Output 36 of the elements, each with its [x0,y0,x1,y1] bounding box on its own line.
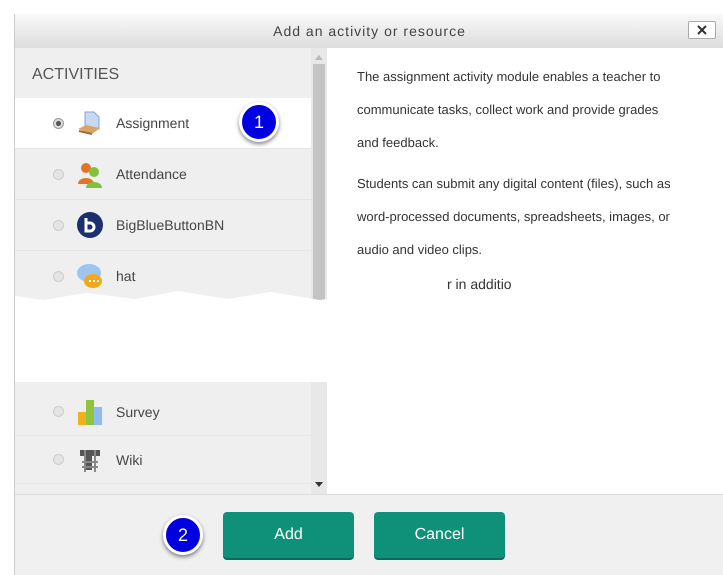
activity-item[interactable]: Attendance [15,149,311,200]
section-heading: ACTIVITIES [31,65,120,85]
activity-item[interactable]: Wiki [15,436,311,484]
activity-item[interactable]: Assignment 1 [15,98,311,149]
radio-button[interactable] [53,406,64,417]
radio-button[interactable] [53,220,64,230]
activity-label: Survey [116,404,160,420]
dialog-title: Add an activity or resource [273,23,466,39]
activity-item[interactable]: Survey [15,388,311,436]
scroll-up-icon [315,54,323,60]
activity-item[interactable]: BigBlueButtonBN [15,200,311,251]
text-fragment: r in additio [446,275,513,294]
speech-bubble-icon [76,262,104,290]
scroll-down-icon [315,482,323,488]
activity-label: hat [116,268,136,284]
description-text: Students can submit any digital content (files), such as word-processed documents, spreadsheets, images, or audio and video clips. [357,175,672,259]
close-icon [696,25,708,35]
radio-button[interactable] [53,454,64,465]
activity-label: Attendance [116,166,187,182]
radio-button[interactable] [53,270,64,282]
round-b-icon [76,211,104,239]
radio-button[interactable] [53,118,64,128]
activity-label: Wiki [116,452,142,468]
close-button[interactable] [688,21,716,39]
step-number: 2 [163,515,203,555]
bar-chart-icon [76,398,104,426]
activity-label: Assignment [116,115,190,131]
step-number: 1 [239,102,279,142]
dialog-button[interactable]: Cancel [374,512,505,558]
people-icon [76,160,104,188]
radio-button[interactable] [53,168,64,180]
scrollbar[interactable] [311,382,327,494]
dialog-button[interactable]: Add [223,512,354,558]
activity-label: BigBlueButtonBN [116,217,224,233]
description-text: The assignment activity module enables a teacher to communicate tasks, collect work and provide grades and feedback. [357,68,662,152]
activity-item[interactable]: hat [15,251,311,302]
